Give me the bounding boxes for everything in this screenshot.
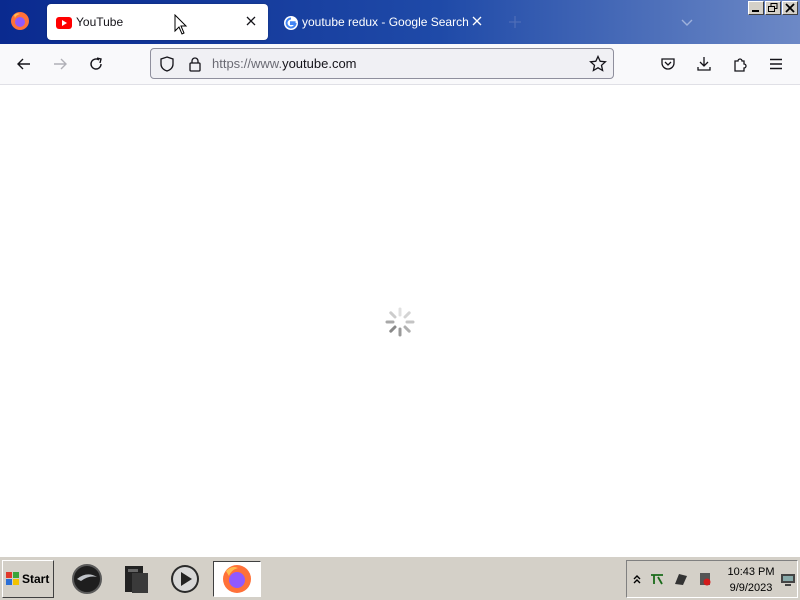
downloads-icon[interactable] [692,52,716,76]
page-content [0,85,800,556]
bookmark-star-icon[interactable] [589,54,607,73]
clock-date[interactable]: 9/9/2023 [726,582,776,594]
close-tab-icon[interactable] [470,14,484,28]
close-tab-icon[interactable] [244,14,258,28]
start-label: Start [22,572,50,586]
pocket-icon[interactable] [656,52,680,76]
windows-logo-icon [6,572,19,585]
network-icon[interactable] [649,571,665,587]
menu-icon[interactable] [764,52,788,76]
close-window-button[interactable] [782,1,798,15]
google-icon [283,15,299,31]
loading-spinner-icon [385,307,415,337]
firefox-view-icon[interactable] [8,9,32,33]
tab-youtube[interactable]: YouTube [47,4,268,40]
firefox-icon[interactable] [213,561,261,597]
forward-icon[interactable] [48,52,72,76]
clock-time[interactable]: 10:43 PM [726,566,776,578]
reload-icon[interactable] [84,52,108,76]
back-icon[interactable] [12,52,36,76]
taskbar: Start 10:43 PM 9/9/2023 [0,556,800,600]
minimize-window-button[interactable] [748,1,764,15]
media-player-icon[interactable] [167,561,203,597]
tab-bar: YouTube youtube redux - Google Search [0,0,800,44]
security-alert-icon[interactable] [697,571,713,587]
address-bar[interactable]: https://www.youtube.com [150,48,614,79]
navigation-toolbar: https://www.youtube.com [0,44,800,85]
device-icon[interactable] [673,571,689,587]
start-button[interactable]: Start [2,560,54,598]
system-tray: 10:43 PM 9/9/2023 [626,560,798,598]
chevron-up-icon[interactable] [629,571,645,587]
show-desktop-icon[interactable] [780,571,796,587]
tab-google-search[interactable]: youtube redux - Google Search [274,4,494,40]
youtube-icon [56,15,72,31]
chevron-down-icon[interactable] [679,14,695,30]
app-1-icon[interactable] [69,561,105,597]
restore-window-button[interactable] [765,1,781,15]
tab-title: youtube redux - Google Search [302,15,469,29]
lock-icon[interactable] [187,56,203,72]
mouse-cursor-icon [174,13,188,36]
new-tab-icon[interactable] [507,14,523,30]
url-prefix: https://www. [212,56,283,71]
url-text[interactable]: https://www.youtube.com [212,56,357,71]
extensions-icon[interactable] [728,52,752,76]
tab-title: YouTube [76,15,124,29]
shield-icon[interactable] [159,56,175,72]
app-2-icon[interactable] [118,561,154,597]
url-domain: youtube.com [282,56,357,71]
